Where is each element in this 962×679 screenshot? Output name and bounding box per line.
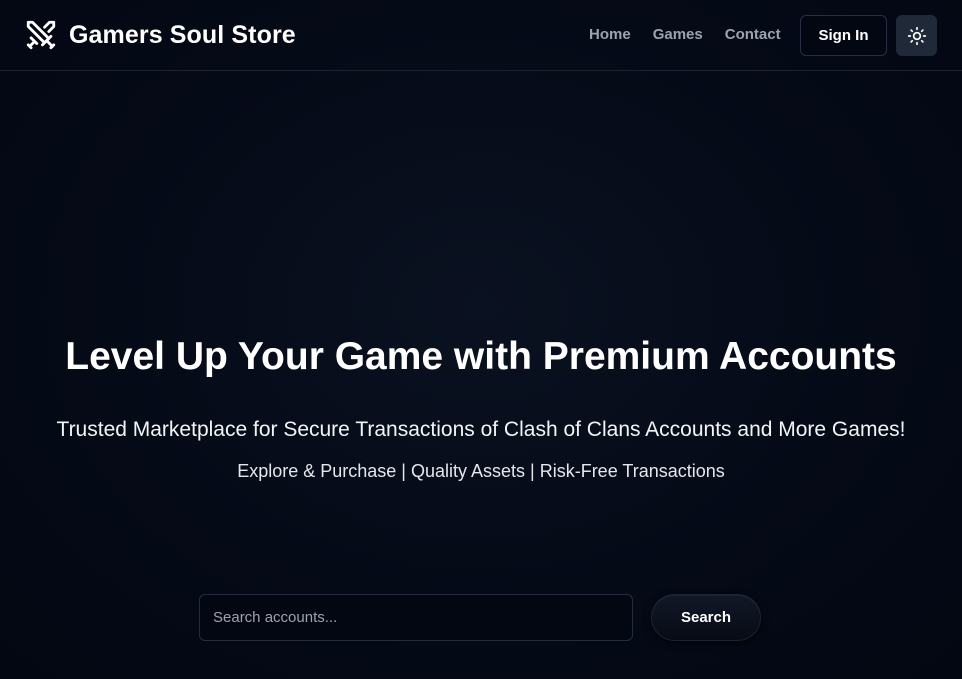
sun-icon	[907, 26, 927, 46]
navbar: Gamers Soul Store Home Games Contact Sig…	[0, 0, 962, 71]
hero-title: Level Up Your Game with Premium Accounts	[65, 335, 897, 378]
crossed-swords-icon	[24, 18, 58, 52]
nav-link-contact[interactable]: Contact	[725, 26, 781, 43]
nav-link-home[interactable]: Home	[589, 26, 631, 43]
brand-name: Gamers Soul Store	[69, 20, 296, 49]
hero-tagline: Explore & Purchase | Quality Assets | Ri…	[237, 461, 725, 481]
search-button[interactable]: Search	[651, 594, 761, 641]
brand-link[interactable]: Gamers Soul Store	[24, 18, 296, 52]
sign-in-button[interactable]: Sign In	[800, 15, 887, 56]
main-nav: Home Games Contact	[589, 26, 781, 43]
page: Gamers Soul Store Home Games Contact Sig…	[0, 0, 962, 679]
hero-subtitle: Trusted Marketplace for Secure Transacti…	[56, 418, 906, 441]
search-input[interactable]	[199, 594, 633, 641]
theme-toggle-button[interactable]	[896, 15, 937, 56]
nav-link-games[interactable]: Games	[653, 26, 703, 43]
